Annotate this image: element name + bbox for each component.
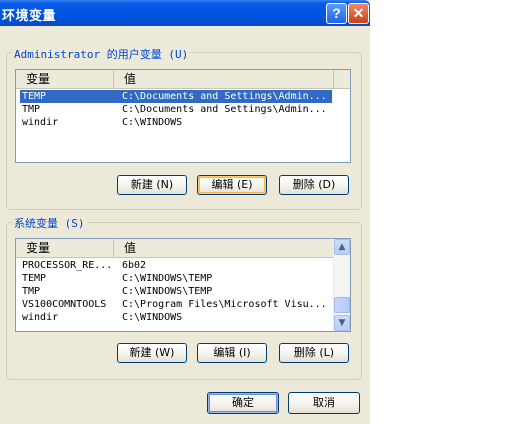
var-name: TMP: [22, 286, 41, 297]
scroll-up-arrow-icon[interactable]: ▲: [334, 239, 350, 255]
var-value: C:\Documents and Settings\Admin...: [122, 104, 327, 115]
var-name: windir: [22, 117, 59, 128]
user-var-row-temp[interactable]: TEMP C:\Documents and Settings\Admin...: [20, 90, 332, 103]
title-bar[interactable]: 环境变量 ? ✕: [0, 0, 370, 26]
column-header-value[interactable]: 值: [114, 70, 334, 88]
system-var-row-windir[interactable]: windir C:\WINDOWS: [20, 311, 332, 324]
column-header-variable[interactable]: 变量: [16, 239, 114, 257]
cancel-button[interactable]: 取消: [288, 392, 360, 414]
system-var-row-processor[interactable]: PROCESSOR_RE... 6b02: [20, 259, 332, 272]
var-value: C:\Documents and Settings\Admin...: [122, 91, 327, 102]
system-var-row-temp[interactable]: TEMP C:\WINDOWS\TEMP: [20, 272, 332, 285]
user-variables-list[interactable]: 变量 值 TEMP C:\Documents and Settings\Admi…: [15, 69, 351, 163]
var-value: C:\Program Files\Microsoft Visu...: [122, 299, 327, 310]
user-var-row-tmp[interactable]: TMP C:\Documents and Settings\Admin...: [20, 103, 332, 116]
ok-button[interactable]: 确定: [207, 392, 279, 414]
user-edit-button[interactable]: 编辑 (E): [197, 175, 267, 195]
system-list-header: 变量 值: [16, 239, 334, 258]
system-var-row-tmp[interactable]: TMP C:\WINDOWS\TEMP: [20, 285, 332, 298]
scroll-thumb[interactable]: [334, 297, 350, 313]
system-new-button[interactable]: 新建 (W): [117, 343, 187, 363]
system-variables-list[interactable]: 变量 值 PROCESSOR_RE... 6b02 TEMP C:\WINDOW…: [15, 238, 351, 332]
var-value: C:\WINDOWS\TEMP: [122, 273, 213, 284]
system-edit-button[interactable]: 编辑 (I): [197, 343, 267, 363]
var-name: TMP: [22, 104, 41, 115]
user-var-row-windir[interactable]: windir C:\WINDOWS: [20, 116, 332, 129]
scroll-down-arrow-icon[interactable]: ▼: [334, 315, 350, 331]
var-value: C:\WINDOWS\TEMP: [122, 286, 213, 297]
user-variables-legend: Administrator 的用户变量 (U): [12, 46, 191, 62]
window-title: 环境变量: [2, 9, 57, 24]
user-delete-button[interactable]: 删除 (D): [279, 175, 349, 195]
column-header-variable[interactable]: 变量: [16, 70, 114, 88]
var-value: C:\WINDOWS: [122, 312, 183, 323]
help-button[interactable]: ?: [326, 3, 347, 24]
environment-variables-dialog: 环境变量 ? ✕ Administrator 的用户变量 (U) 变量 值 TE…: [0, 0, 370, 424]
var-value: C:\WINDOWS: [122, 117, 183, 128]
user-new-button[interactable]: 新建 (N): [117, 175, 187, 195]
user-list-header: 变量 值: [16, 70, 350, 89]
var-name: TEMP: [22, 273, 47, 284]
system-list-scrollbar[interactable]: ▲ ▼: [333, 239, 350, 331]
close-button[interactable]: ✕: [348, 3, 369, 24]
column-header-value[interactable]: 值: [114, 239, 334, 257]
var-name: PROCESSOR_RE...: [22, 260, 113, 271]
var-name: TEMP: [22, 91, 47, 102]
var-value: 6b02: [122, 260, 147, 271]
system-variables-legend: 系统变量 (S): [12, 215, 87, 231]
system-var-row-vs100comntools[interactable]: VS100COMNTOOLS C:\Program Files\Microsof…: [20, 298, 332, 311]
system-delete-button[interactable]: 删除 (L): [279, 343, 349, 363]
var-name: windir: [22, 312, 59, 323]
var-name: VS100COMNTOOLS: [22, 299, 107, 310]
